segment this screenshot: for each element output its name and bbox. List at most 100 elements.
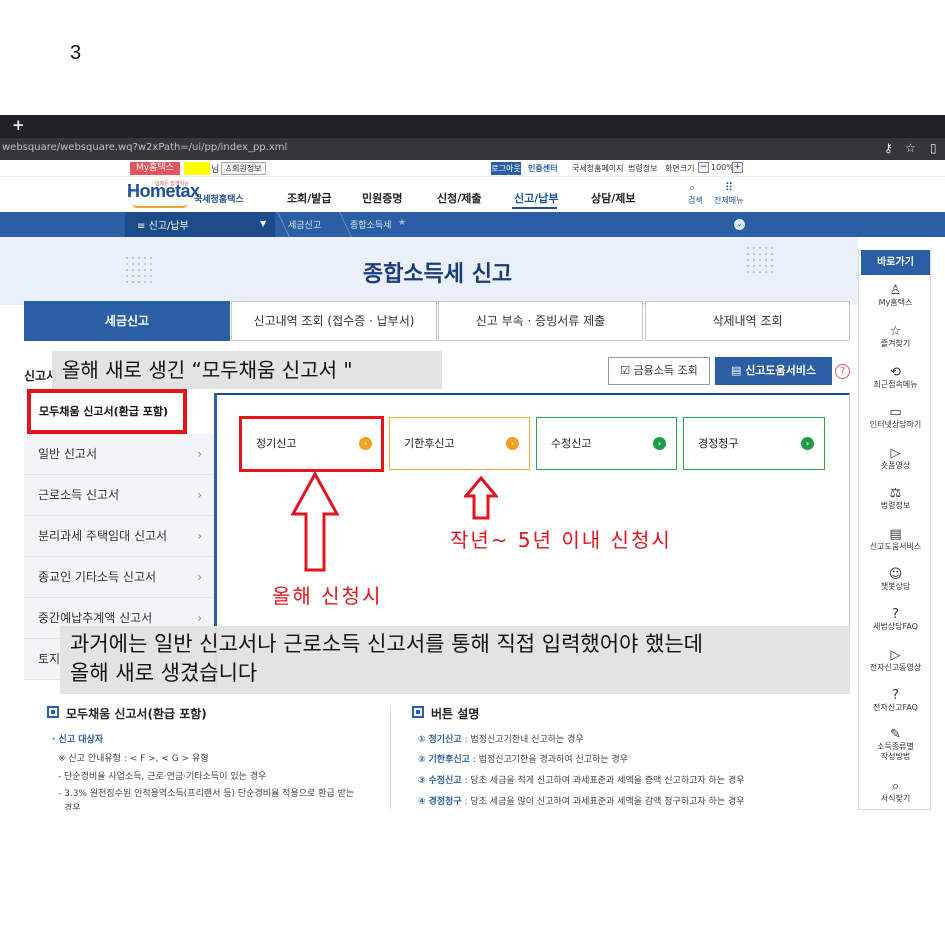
redacted-username	[184, 162, 210, 175]
amended-report-button[interactable]: 수정신고 ›	[536, 417, 677, 470]
quick-chatbot[interactable]: ☺ 챗봇상담	[861, 567, 930, 592]
quick-form-guide[interactable]: ✎ 소득종류별 작성방법	[861, 727, 930, 762]
faq2-icon: ?	[892, 688, 899, 703]
tab-report-history[interactable]: 신고내역 조회 (접수증 · 납부서)	[231, 301, 437, 341]
sidepanel-icon[interactable]: ▯	[930, 141, 937, 155]
location-current[interactable]: ≡ 신고/납부	[137, 217, 189, 232]
chevron-right-icon: ›	[197, 570, 202, 584]
search-icon[interactable]: ⌕	[689, 181, 695, 195]
zoom-out-button[interactable]: −	[698, 162, 709, 173]
help-question-icon[interactable]: ?	[835, 364, 850, 379]
play-icon: ▷	[890, 446, 901, 461]
quick-menu-title: 바로가기	[861, 250, 930, 275]
star-icon: ☆	[889, 324, 902, 339]
logo-subtitle: 국세청홈택스	[194, 195, 244, 205]
tab-tax-report[interactable]: 세금신고	[24, 301, 230, 341]
search-label[interactable]: 검색	[688, 195, 703, 206]
all-menu-label[interactable]: 전체메뉴	[714, 195, 743, 206]
user-suffix: 님	[211, 165, 220, 175]
key-icon[interactable]: ⚷	[884, 141, 893, 155]
info-line-1: - 단순경비율 사업소득, 근로·연금·기타소득이 있는 경우	[58, 772, 267, 782]
arrow-circle-icon: ›	[653, 437, 666, 450]
info-line-2: - 3.3% 원천징수된 인적용역소득(프리랜서 등) 단순경비율 적용으로 환…	[58, 789, 355, 799]
info-type-line: ※ 신고 안내유형 : < F >, < G > 유형	[58, 754, 209, 764]
finance-income-button[interactable]: ☑ 금융소득 조회	[608, 357, 710, 385]
quick-form-search[interactable]: ⌕ 서식찾기	[861, 779, 930, 804]
gnb-application[interactable]: 신청/제출	[437, 190, 482, 206]
breadcrumb-income-tax[interactable]: 종합소득세	[350, 218, 391, 231]
info-divider	[390, 705, 391, 810]
annotation-line-1: 과거에는 일반 신고서나 근로소득 신고서를 통해 직접 입력했어야 했는데	[70, 632, 703, 656]
tab-attachments[interactable]: 신고 부속 · 증빙서류 제출	[438, 301, 643, 341]
screen-size-label: 화면크기	[665, 164, 695, 173]
page-title: 종합소득세 신고	[362, 262, 513, 287]
book-icon: ▤	[730, 364, 746, 377]
arrow-circle-icon: ›	[506, 437, 519, 450]
nts-homepage-link[interactable]: 국세청홈페이지	[572, 163, 624, 174]
late-report-button[interactable]: 기한후신고 ›	[389, 417, 530, 470]
grid-menu-icon[interactable]: ⠿	[725, 181, 733, 194]
side-item-rental[interactable]: 분리과세 주택임대 신고서 ›	[24, 516, 214, 557]
star-icon[interactable]: ☆	[905, 141, 916, 155]
quick-shortform[interactable]: ▷ 숏폼영상	[861, 446, 930, 471]
address-url[interactable]: websquare/websquare.wq?w2xPath=/ui/pp/in…	[2, 142, 287, 153]
annotation-line-2: 올해 새로 생겼습니다	[70, 661, 258, 685]
section-square-icon	[47, 706, 59, 718]
chevron-down-icon[interactable]: ⌄	[734, 219, 745, 230]
search-icon: ⌕	[891, 779, 900, 794]
side-item-religious[interactable]: 종교인 기타소득 신고서 ›	[24, 557, 214, 598]
blank-area	[0, 810, 945, 945]
annotation-new-form: 올해 새로 생긴 “모두채움 신고서 "	[52, 351, 442, 389]
side-item-general[interactable]: 일반 신고서 ›	[24, 434, 214, 475]
info-row-late: ② 기한후신고 : 법정신고기한을 경과하여 신고하는 경우	[418, 755, 629, 765]
quick-efiling-video[interactable]: ▷ 전자신고동영상	[861, 648, 930, 673]
side-item-earned-income[interactable]: 근로소득 신고서 ›	[24, 475, 214, 516]
gnb-inquiry[interactable]: 조회/발급	[287, 190, 332, 206]
law-info-link[interactable]: 법령정보	[628, 163, 657, 174]
logout-button[interactable]: 로그아웃	[491, 162, 521, 175]
chatbot-icon: ☺	[888, 567, 903, 582]
annotation-past-years: 작년~ 5년 이내 신청시	[450, 528, 672, 552]
quick-help-service[interactable]: ▤ 신고도움서비스	[861, 527, 930, 552]
tab-deleted-history[interactable]: 삭제내역 조회	[645, 301, 850, 341]
zoom-value: 100%	[711, 163, 734, 172]
contact-center-link[interactable]: 인증센터	[528, 163, 557, 174]
breadcrumb-tax-report[interactable]: 세금신고	[288, 218, 321, 231]
arrow-up-red-large	[290, 472, 340, 572]
info-row-claim: ④ 경정청구 : 당초 세금을 많이 신고하여 과세표준과 세액을 감액 청구하…	[418, 797, 745, 807]
info-left-title: 모두채움 신고서(환급 포함)	[66, 707, 207, 721]
member-info-button[interactable]: ♙회원정보	[221, 162, 266, 175]
quick-tax-faq[interactable]: ? 세법상담FAQ	[861, 607, 930, 632]
arrow-up-red-small	[464, 476, 498, 520]
chevron-right-icon: ›	[197, 447, 202, 461]
checkbox-icon: ☑	[620, 364, 634, 377]
video-icon: ▷	[890, 648, 901, 663]
caret-down-icon[interactable]: ▼	[260, 219, 266, 228]
gnb-active-underline	[512, 207, 557, 209]
info-row-amended: ③ 수정신고 : 당초 세금을 적게 신고하여 과세표준과 세액을 증액 신고하…	[418, 776, 745, 786]
favorite-star-icon[interactable]: ★	[398, 218, 406, 228]
gnb-report-pay[interactable]: 신고/납부	[514, 190, 559, 206]
quick-recent[interactable]: ⟲ 최근접속메뉴	[861, 365, 930, 390]
my-hometax-tag[interactable]: My홈택스	[130, 162, 180, 175]
refund-claim-button[interactable]: 경정청구 ›	[683, 417, 825, 470]
new-tab-button[interactable]: +	[12, 116, 25, 134]
gnb-consult[interactable]: 상담/제보	[591, 190, 636, 206]
zoom-in-button[interactable]: +	[732, 162, 743, 173]
faq-icon: ?	[892, 607, 899, 622]
report-help-button[interactable]: ▤ 신고도움서비스	[715, 357, 832, 385]
gavel-icon: ⚖	[889, 486, 902, 501]
chevron-right-icon: ›	[197, 529, 202, 543]
annotation-this-year: 올해 신청시	[272, 584, 383, 608]
quick-favorites[interactable]: ☆ 즐겨찾기	[861, 324, 930, 349]
quick-law-info[interactable]: ⚖ 법령정보	[861, 486, 930, 511]
quick-my-hometax[interactable]: ♙ My홈택스	[861, 283, 930, 308]
highlight-regular-report	[239, 416, 384, 472]
form-icon: ✎	[890, 727, 901, 742]
quick-efiling-faq[interactable]: ? 전자신고FAQ	[861, 688, 930, 713]
gnb-certificate[interactable]: 민원증명	[362, 190, 402, 206]
quick-online-consult[interactable]: ▭ 인터넷상담하기	[861, 405, 930, 430]
section-square-icon	[412, 706, 424, 718]
side-item-prefilled[interactable]: 모두채움 신고서(환급 포함)	[27, 389, 187, 434]
logo-wordmark: Hometax	[127, 181, 200, 201]
